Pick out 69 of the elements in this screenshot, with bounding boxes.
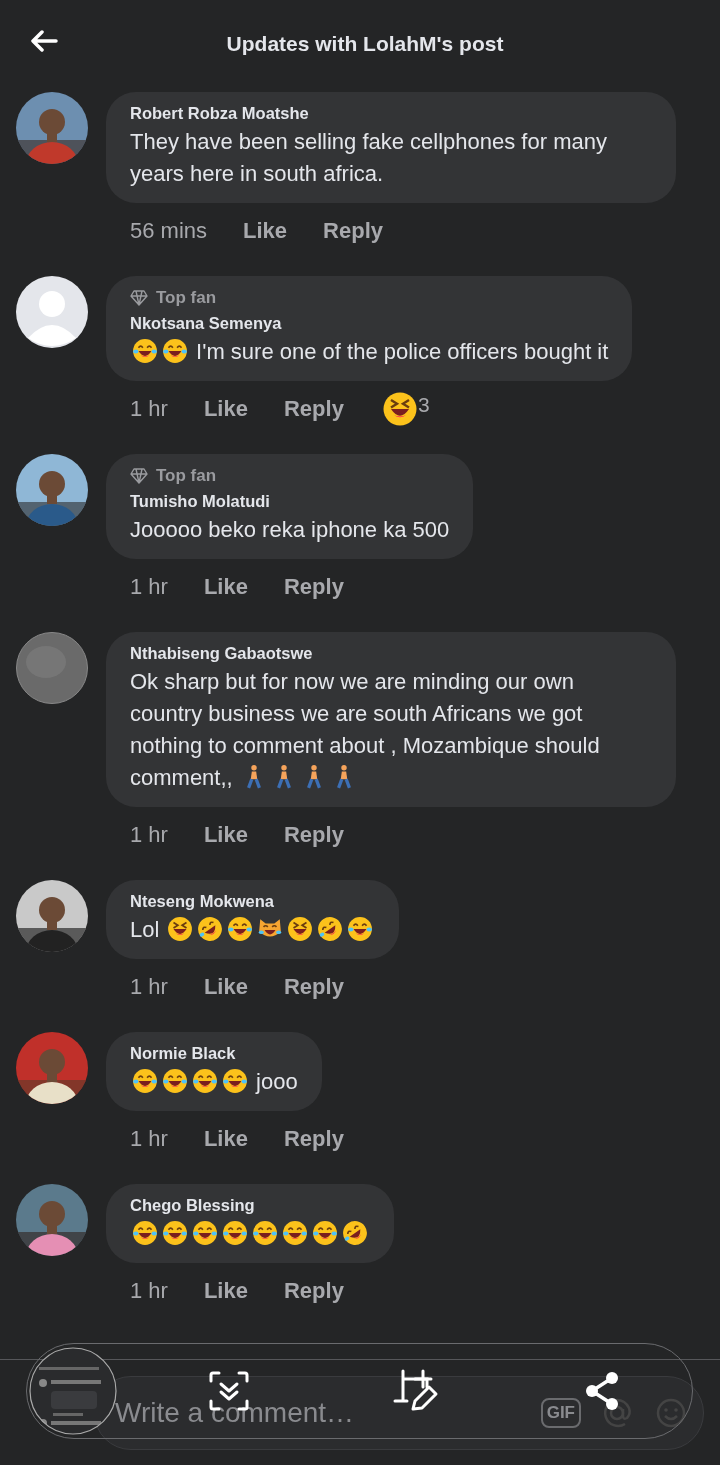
comment-text: Jooooo beko reka iphone ka 500 <box>130 516 450 544</box>
laughing-tears-emoji-icon <box>252 1220 278 1246</box>
comment-time: 56 mins <box>130 218 208 244</box>
comment-text: Lol <box>130 914 376 946</box>
commenter-name[interactable]: Robert Robza Moatshe <box>130 104 652 123</box>
diamond-icon <box>130 468 148 484</box>
comment-text: jooo <box>130 1066 298 1098</box>
mention-icon[interactable] <box>601 1397 633 1429</box>
share-icon[interactable] <box>583 1371 620 1411</box>
comment-time: 1 hr <box>130 822 168 848</box>
laughing-tears-emoji-icon <box>312 1220 338 1246</box>
squinting-laugh-emoji-icon <box>381 391 418 427</box>
top-fan-label: Top fan <box>156 466 217 486</box>
commenter-name[interactable]: Nteseng Mokwena <box>130 892 376 911</box>
reply-link[interactable]: Reply <box>283 822 344 848</box>
commenter-name[interactable]: Tumisho Molatudi <box>130 492 450 511</box>
like-link[interactable]: Like <box>203 1126 248 1152</box>
laughing-tears-emoji-icon <box>162 1068 188 1094</box>
commenter-name[interactable]: Nthabiseng Gabaotswe <box>130 644 652 663</box>
laughing-tears-emoji-icon <box>222 1068 248 1094</box>
rolling-laugh-emoji-icon <box>197 916 224 942</box>
laughing-tears-emoji-icon <box>227 916 254 942</box>
commenter-name[interactable]: Nkotsana Semenya <box>130 314 609 333</box>
reply-link[interactable]: Reply <box>283 974 344 1000</box>
blurred-avatar-icon <box>16 632 88 704</box>
like-link[interactable]: Like <box>203 396 248 422</box>
reply-link[interactable]: Reply <box>283 574 344 600</box>
like-link[interactable]: Like <box>203 974 248 1000</box>
squinting-laugh-emoji-icon <box>167 916 194 942</box>
comment-time: 1 hr <box>130 396 168 422</box>
comment-time: 1 hr <box>130 974 168 1000</box>
laughing-tears-emoji-icon <box>132 1220 158 1246</box>
comment-time: 1 hr <box>130 1278 168 1304</box>
laughing-tears-emoji-icon <box>162 338 188 364</box>
diamond-icon <box>130 290 148 306</box>
comment-input[interactable]: Write a comment… <box>113 1396 541 1430</box>
like-link[interactable]: Like <box>203 822 248 848</box>
reply-link[interactable]: Reply <box>283 396 344 422</box>
rolling-laugh-emoji-icon <box>342 1220 368 1246</box>
reply-link[interactable]: Reply <box>283 1278 344 1304</box>
commenter-name[interactable]: Normie Black <box>130 1044 298 1063</box>
comment-text: Ok sharp but for now we are minding our own country business we are south Africans we got nothing to comment about , Mozambique should comment,, <box>130 668 601 792</box>
crop-edit-icon[interactable] <box>393 1369 440 1413</box>
rolling-laugh-emoji-icon <box>317 916 344 942</box>
comment-time: 1 hr <box>130 1126 168 1152</box>
comment-text: They have been selling fake cellphones for many years here in south africa. <box>130 128 608 188</box>
laughing-tears-emoji-icon <box>347 916 374 942</box>
top-fan-label: Top fan <box>156 288 217 308</box>
laughing-tears-emoji-icon <box>192 1068 218 1094</box>
laughing-tears-emoji-icon <box>222 1220 248 1246</box>
gif-button[interactable]: GIF <box>540 1398 581 1428</box>
squinting-laugh-emoji-icon <box>287 916 314 942</box>
commenter-name[interactable]: Chego Blessing <box>130 1196 370 1215</box>
page-title: Updates with LolahM's post <box>225 32 504 56</box>
laughing-tears-emoji-icon <box>282 1220 308 1246</box>
like-link[interactable]: Like <box>243 218 288 244</box>
default-avatar-icon <box>16 276 88 348</box>
comment-text: I'm sure one of the police officers bought it <box>130 336 609 368</box>
laughing-tears-emoji-icon <box>132 338 158 364</box>
back-arrow-icon[interactable] <box>30 30 58 52</box>
comment-time: 1 hr <box>130 574 168 600</box>
like-link[interactable]: Like <box>203 574 248 600</box>
reply-link[interactable]: Reply <box>323 218 383 244</box>
laughing-tears-emoji-icon <box>192 1220 218 1246</box>
reply-link[interactable]: Reply <box>283 1126 344 1152</box>
like-link[interactable]: Like <box>203 1278 248 1304</box>
reaction-count: 3 <box>417 393 430 417</box>
laughing-tears-emoji-icon <box>132 1068 158 1094</box>
laughing-tears-emoji-icon <box>162 1220 188 1246</box>
